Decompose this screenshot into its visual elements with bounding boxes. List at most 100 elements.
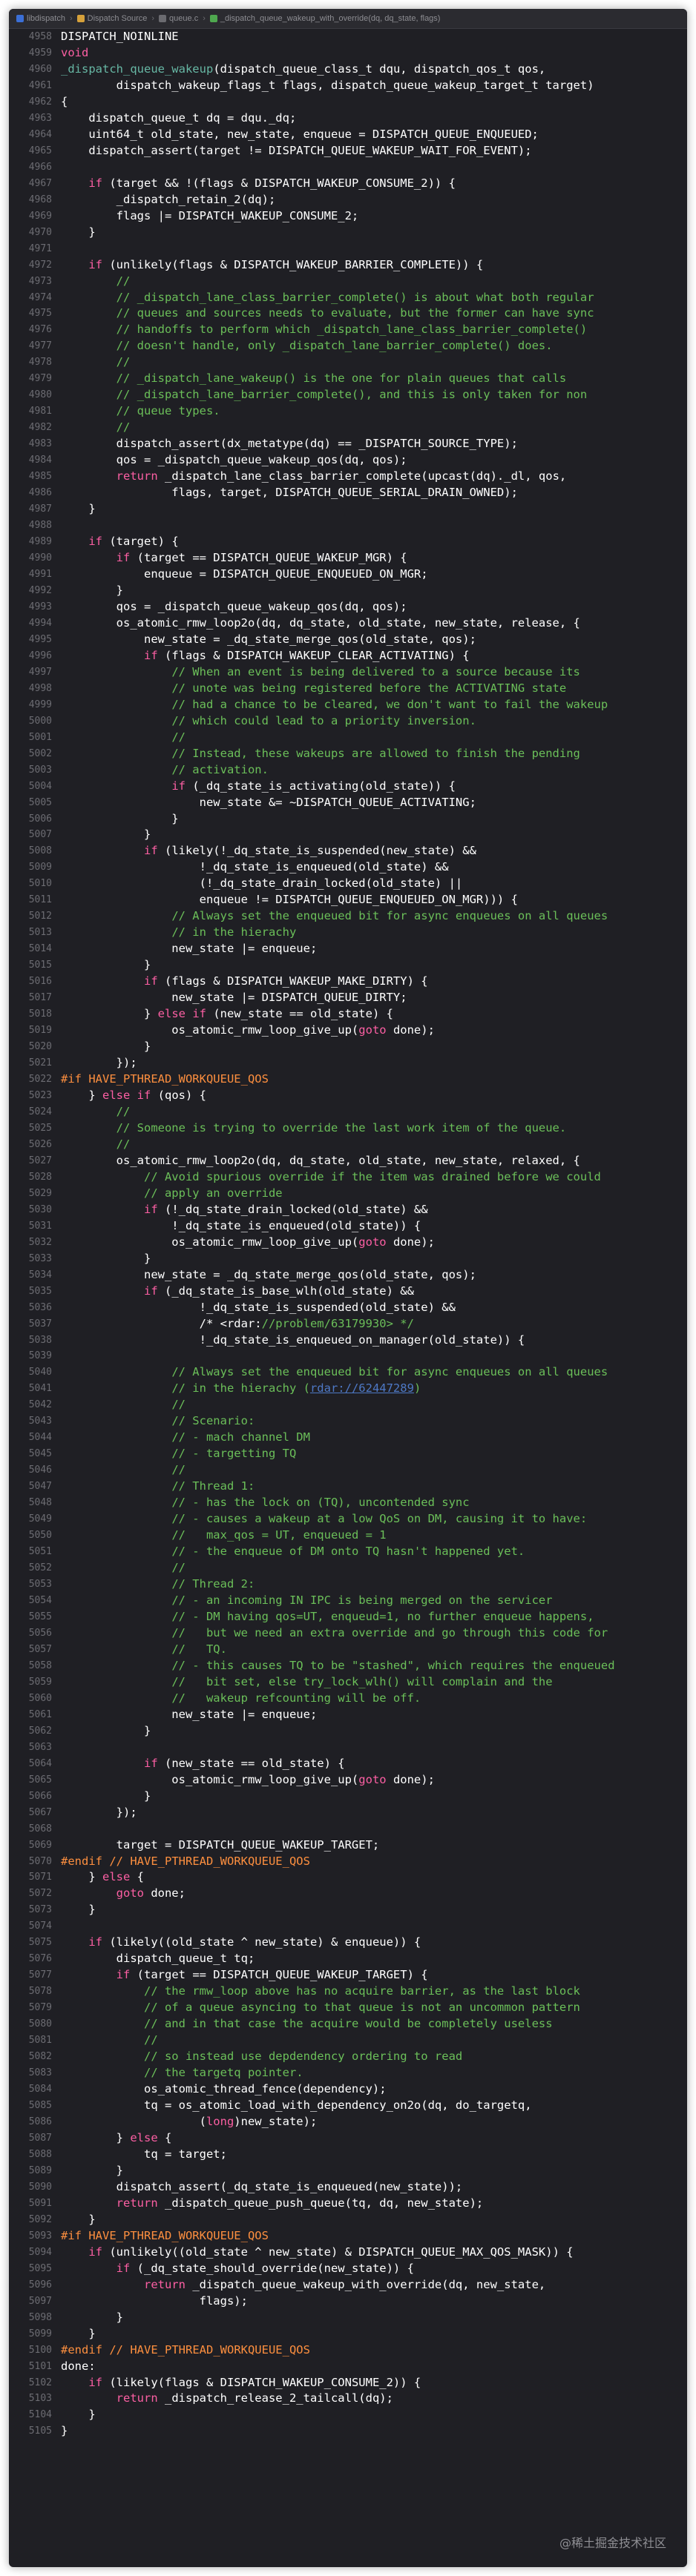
line-number: 5094 xyxy=(28,2246,52,2258)
code-text: // - the enqueue of DM onto TQ hasn't ha… xyxy=(171,1545,525,1559)
code-text: // _dispatch_lane_class_barrier_complete… xyxy=(116,290,594,304)
line-number: 5087 xyxy=(28,2132,52,2144)
code-line: 5091 return _dispatch_queue_push_queue(t… xyxy=(9,2196,687,2212)
line-number: 5085 xyxy=(28,2100,52,2112)
code-text: os_atomic_rmw_loop_give_up(goto done); xyxy=(61,1235,435,1249)
code-text: os_atomic_rmw_loop_give_up(goto done); xyxy=(61,1023,435,1037)
breadcrumb-item[interactable]: _dispatch_queue_wakeup_with_override(dq,… xyxy=(209,14,440,23)
code-line: 5026 // xyxy=(9,1137,687,1153)
line-number: 4969 xyxy=(28,210,52,222)
code-text: // - targetting TQ xyxy=(171,1447,297,1461)
code-text: if (_dq_state_should_override(new_state)… xyxy=(116,2261,414,2275)
line-number: 5103 xyxy=(28,2393,52,2405)
line-number: 4988 xyxy=(28,520,52,532)
code-line: 5053 // Thread 2: xyxy=(9,1576,687,1593)
code-line: 5000 // which could lead to a priority i… xyxy=(9,713,687,730)
code-line: 5066 } xyxy=(9,1789,687,1805)
code-text: } xyxy=(61,225,96,239)
line-number: 4959 xyxy=(28,47,52,59)
code-line: 5008 if (likely(!_dq_state_is_suspended(… xyxy=(9,843,687,859)
code-line: 5045 // - targetting TQ xyxy=(9,1446,687,1462)
code-line: 5031 !_dq_state_is_enqueued(old_state)) … xyxy=(9,1218,687,1235)
code-line: 5058 // - this causes TQ to be "stashed"… xyxy=(9,1658,687,1674)
code-line: 5067 }); xyxy=(9,1805,687,1821)
code-editor[interactable]: 4958 DISPATCH_NOINLINE 4959 void 4960 _dispat… xyxy=(9,29,687,2567)
breadcrumb-label: Dispatch Source xyxy=(87,14,148,23)
code-text: // queues and sources needs to evaluate,… xyxy=(116,306,594,320)
line-number: 5068 xyxy=(28,1823,52,1834)
chevron-right-icon: › xyxy=(203,14,206,23)
code-text: // bit set, else try_lock_wlh() will com… xyxy=(171,1674,553,1688)
code-text: if (unlikely((old_state ^ new_state) & D… xyxy=(88,2245,574,2259)
line-number: 5090 xyxy=(28,2181,52,2193)
line-number: 4958 xyxy=(28,31,52,42)
code-line: 5065 os_atomic_rmw_loop_give_up(goto don… xyxy=(9,1772,687,1789)
code-line: 5014 new_state |= enqueue; xyxy=(9,941,687,957)
line-number: 5024 xyxy=(28,1106,52,1117)
line-number: 4982 xyxy=(28,422,52,434)
code-line: 5074 xyxy=(9,1918,687,1935)
code-line: 4971 xyxy=(9,241,687,257)
code-text: dispatch_wakeup_flags_t flags, dispatch_… xyxy=(61,78,594,92)
code-text: // Thread 2: xyxy=(171,1577,255,1591)
line-number: 5018 xyxy=(28,1008,52,1020)
line-number: 4970 xyxy=(28,226,52,238)
code-line: 4987 } xyxy=(9,501,687,518)
line-number: 5026 xyxy=(28,1138,52,1150)
code-line: 5073 } xyxy=(9,1902,687,1918)
code-text: // in the hierachy (rdar://62447289) xyxy=(171,1381,421,1396)
code-text: // Thread 1: xyxy=(171,1479,255,1493)
line-number: 5052 xyxy=(28,1562,52,1574)
line-number: 5011 xyxy=(28,894,52,906)
line-number: 5079 xyxy=(28,2002,52,2014)
code-line: 4973 // xyxy=(9,274,687,290)
code-line: 5020 } xyxy=(9,1039,687,1055)
code-line: 5094 if (unlikely((old_state ^ new_state… xyxy=(9,2245,687,2261)
code-text: #endif // HAVE_PTHREAD_WORKQUEUE_QOS xyxy=(61,2342,310,2357)
breadcrumb-item[interactable]: libdispatch › xyxy=(16,14,77,23)
code-line: 5005 new_state &= ~DISPATCH_QUEUE_ACTIVA… xyxy=(9,795,687,811)
code-text: // handoffs to perform which _dispatch_l… xyxy=(116,323,588,337)
code-line: 5101 done: xyxy=(9,2359,687,2375)
line-number: 5041 xyxy=(28,1383,52,1395)
breadcrumb-item[interactable]: Dispatch Source › xyxy=(76,14,159,23)
line-number: 5034 xyxy=(28,1269,52,1281)
code-text: // activation. xyxy=(171,762,269,776)
code-text: return _dispatch_queue_push_queue(tq, dq… xyxy=(116,2196,484,2210)
code-text: new_state |= DISPATCH_QUEUE_DIRTY; xyxy=(61,991,407,1005)
line-number: 4979 xyxy=(28,373,52,385)
code-line: 5040 // Always set the enqueued bit for … xyxy=(9,1364,687,1381)
breadcrumb-item[interactable]: queue.c › xyxy=(159,14,210,23)
code-text: } else { xyxy=(61,1870,144,1884)
code-text: os_atomic_rmw_loop2o(dq, dq_state, old_s… xyxy=(61,1153,580,1167)
code-line: 5096 return _dispatch_queue_wakeup_with_… xyxy=(9,2277,687,2293)
code-text: dispatch_queue_t dq = dqu._dq; xyxy=(61,110,297,125)
line-number: 5037 xyxy=(28,1318,52,1330)
line-number: 5060 xyxy=(28,1692,52,1704)
line-number: 4992 xyxy=(28,584,52,596)
line-number: 5067 xyxy=(28,1806,52,1818)
code-text: void xyxy=(61,45,89,59)
code-text: os_atomic_rmw_loop2o(dq, dq_state, old_s… xyxy=(61,615,580,630)
code-line: 4980 // _dispatch_lane_barrier_complete(… xyxy=(9,387,687,403)
line-number: 4976 xyxy=(28,324,52,336)
code-text: if (flags & DISPATCH_WAKEUP_MAKE_DIRTY) … xyxy=(143,974,428,988)
line-number: 4974 xyxy=(28,291,52,303)
line-number: 5096 xyxy=(28,2279,52,2291)
code-line: 5043 // Scenario: xyxy=(9,1413,687,1430)
code-line: 5081 // xyxy=(9,2032,687,2049)
line-number: 4994 xyxy=(28,617,52,629)
code-line: 5022 #if HAVE_PTHREAD_WORKQUEUE_QOS xyxy=(9,1071,687,1088)
line-number: 4961 xyxy=(28,79,52,91)
code-line: 5092 } xyxy=(9,2212,687,2228)
code-text: if (_dq_state_is_activating(old_state)) … xyxy=(171,779,456,793)
code-line: 4975 // queues and sources needs to eval… xyxy=(9,306,687,322)
code-text: // so instead use depdendency ordering t… xyxy=(143,2050,463,2064)
code-text: if (!_dq_state_drain_locked(old_state) &… xyxy=(143,1202,428,1216)
code-line: 5046 // xyxy=(9,1462,687,1479)
code-line: 4968 _dispatch_retain_2(dq); xyxy=(9,192,687,208)
line-number: 4972 xyxy=(28,259,52,271)
code-text: } xyxy=(61,1040,151,1054)
